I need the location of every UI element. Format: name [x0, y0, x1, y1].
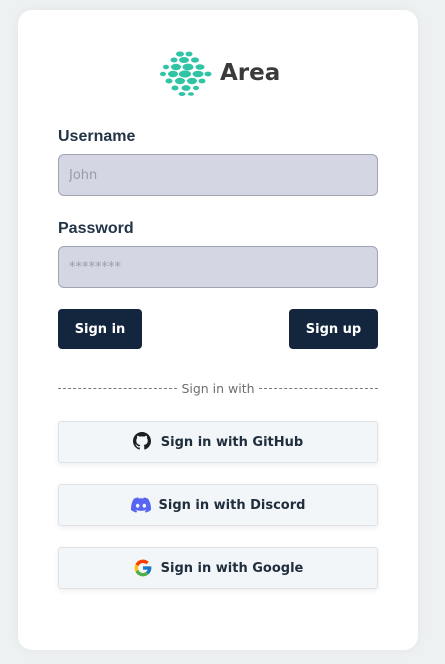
brand-header: Area: [160, 50, 280, 96]
google-sign-in-label: Sign in with Google: [160, 560, 304, 576]
password-input[interactable]: [58, 246, 378, 288]
github-icon: [132, 432, 153, 452]
discord-sign-in-button[interactable]: Sign in with Discord: [58, 484, 378, 526]
discord-icon: [130, 495, 151, 515]
login-card: Area Username Password Sign in Sign up S…: [18, 10, 418, 650]
github-sign-in-button[interactable]: Sign in with GitHub: [58, 421, 378, 463]
divider-line-right: [258, 388, 379, 389]
sign-in-button[interactable]: Sign in: [58, 309, 142, 349]
divider-line-left: [58, 388, 178, 389]
google-sign-in-button[interactable]: Sign in with Google: [58, 547, 378, 589]
username-input[interactable]: [58, 154, 378, 196]
username-label: Username: [58, 128, 136, 145]
oauth-divider: Sign in with: [58, 381, 379, 396]
google-icon: [133, 558, 153, 578]
github-sign-in-label: Sign in with GitHub: [160, 434, 304, 450]
dotted-logo-icon: [160, 50, 212, 96]
sign-up-button[interactable]: Sign up: [289, 309, 378, 349]
discord-sign-in-label: Sign in with Discord: [158, 497, 306, 513]
divider-text: Sign in with: [181, 381, 255, 396]
password-label: Password: [58, 220, 134, 237]
brand-name: Area: [220, 60, 281, 86]
